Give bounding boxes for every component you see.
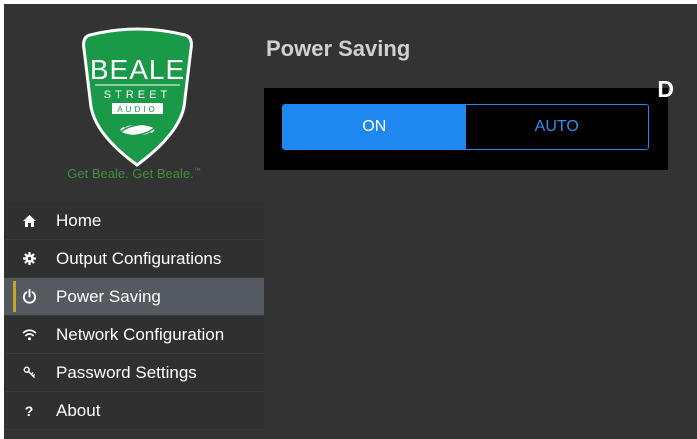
sidebar-item-output-configurations[interactable]: Output Configurations [4,240,264,278]
sidebar-item-label: Power Saving [56,286,161,306]
logo-text-beale: BEALE [90,54,185,85]
home-icon [18,214,40,227]
question-icon: ? [24,402,34,419]
sidebar-item-about[interactable]: ? About [4,392,264,430]
sidebar-item-power-saving[interactable]: Power Saving [4,278,264,316]
sidebar-item-password-settings[interactable]: Password Settings [4,354,264,392]
logo-text-street: STREET [104,89,171,101]
page-title: Power Saving [266,36,411,61]
main-content: Power Saving D ON AUTO [264,4,697,439]
power-icon [18,289,40,304]
gear-icon [18,252,40,265]
logo-tagline: Get Beale. Get Beale.™ [67,166,201,181]
power-mode-auto-button[interactable]: AUTO [465,105,648,149]
sidebar-nav: Home Output Configurations Power Saving … [4,202,264,430]
power-saving-panel: D ON AUTO [264,76,674,170]
sidebar-item-network-configuration[interactable]: Network Configuration [4,316,264,354]
logo-text-audio: AUDIO [117,105,157,114]
logo-shield-icon: BEALE STREET AUDIO [82,27,193,167]
sidebar-item-home[interactable]: Home [4,202,264,240]
power-mode-on-button[interactable]: ON [283,105,466,149]
sidebar-item-label: Home [56,210,102,230]
panel-marker: D [657,76,674,102]
sidebar-item-label: Network Configuration [56,324,225,344]
sidebar-item-label: Password Settings [56,362,197,382]
key-icon [18,366,40,379]
sidebar-item-label: About [56,400,101,420]
app-window: BEALE STREET AUDIO Get Beale. Get Beale.… [4,4,697,439]
sidebar: BEALE STREET AUDIO Get Beale. Get Beale.… [4,4,264,439]
brand-logo: BEALE STREET AUDIO Get Beale. Get Beale.… [4,4,264,202]
sidebar-item-label: Output Configurations [56,248,222,268]
wifi-icon [18,328,40,341]
power-mode-toggle: ON AUTO [282,104,649,150]
